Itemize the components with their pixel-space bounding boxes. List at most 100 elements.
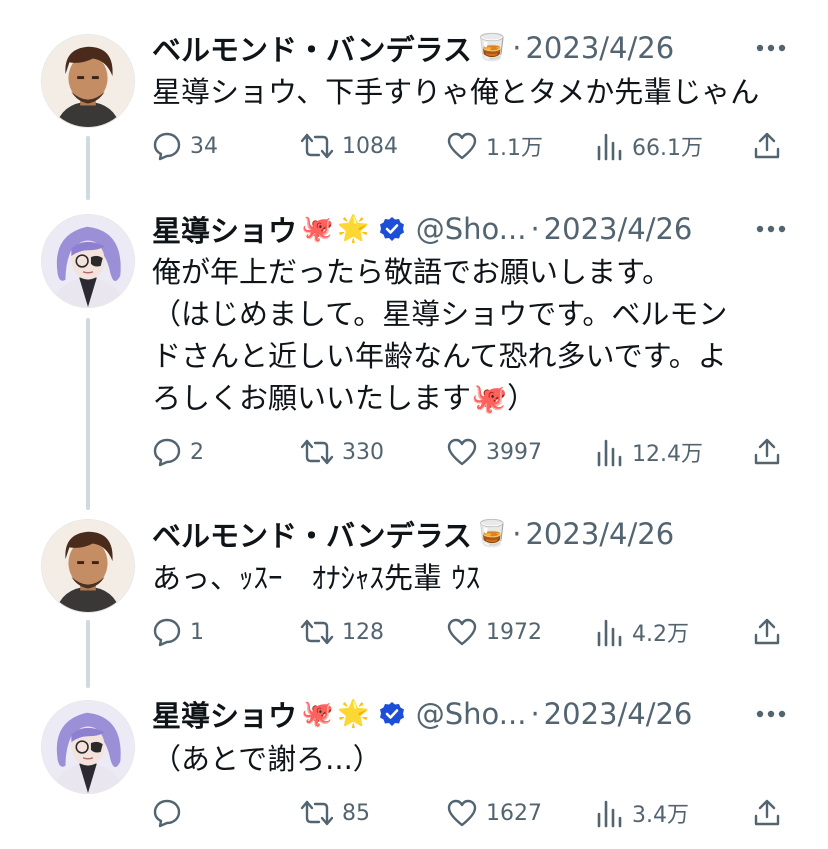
retweet-icon — [300, 439, 334, 465]
views-count: 66.1万 — [632, 136, 703, 161]
retweet-icon — [300, 133, 334, 159]
like-icon — [447, 438, 477, 466]
views-button[interactable]: 3.4万 — [596, 793, 689, 833]
more-button[interactable] — [754, 697, 788, 731]
share-icon — [754, 799, 780, 826]
share-button[interactable] — [752, 612, 782, 652]
like-icon — [447, 799, 477, 827]
tweet-actions: 34 1084 1.1万 66.1万 — [152, 126, 788, 166]
retweet-button[interactable]: 128 — [300, 612, 384, 652]
tweet-header: ベルモンド・バンデラス 🥃 · 2023/4/26 — [152, 514, 776, 554]
octopus-emoji-icon: 🐙 — [301, 214, 334, 244]
reply-button[interactable]: 2 — [152, 432, 204, 472]
whisky-emoji-icon: 🥃 — [475, 33, 509, 63]
thread-line — [86, 620, 90, 688]
tweet-date[interactable]: 2023/4/26 — [525, 517, 674, 551]
verified-badge-icon — [378, 700, 406, 728]
retweet-count: 85 — [342, 800, 370, 826]
whisky-emoji-icon: 🥃 — [475, 519, 509, 549]
separator-dot: · — [512, 517, 522, 551]
like-count: 1972 — [486, 619, 542, 645]
separator-dot: · — [530, 212, 540, 246]
display-name[interactable]: ベルモンド・バンデラス — [152, 514, 472, 554]
retweet-icon — [300, 800, 334, 826]
separator-dot: · — [530, 697, 540, 731]
tweet-date[interactable]: 2023/4/26 — [544, 212, 693, 246]
tweet-date[interactable]: 2023/4/26 — [525, 31, 674, 65]
like-count: 1.1万 — [486, 136, 543, 161]
reply-button[interactable] — [152, 793, 190, 833]
like-icon — [447, 618, 477, 646]
tweet-date[interactable]: 2023/4/26 — [544, 697, 693, 731]
avatar[interactable] — [41, 34, 135, 128]
verified-badge-icon — [378, 215, 406, 243]
user-handle[interactable]: @Sho... — [416, 697, 527, 731]
brown-hair-avatar-icon — [42, 35, 134, 127]
like-button[interactable]: 1627 — [446, 793, 542, 833]
reply-count: 2 — [190, 439, 204, 465]
retweet-count: 330 — [342, 439, 384, 465]
reply-count: 1 — [190, 619, 204, 645]
reply-count: 34 — [190, 133, 218, 159]
views-button[interactable]: 66.1万 — [596, 126, 703, 166]
user-handle[interactable]: @Sho... — [416, 212, 527, 246]
more-icon — [756, 44, 786, 52]
like-count: 3997 — [486, 439, 542, 465]
reply-icon — [153, 438, 181, 467]
reply-button[interactable]: 34 — [152, 126, 218, 166]
thread-line — [86, 136, 90, 200]
views-button[interactable]: 12.4万 — [596, 432, 703, 472]
retweet-button[interactable]: 330 — [300, 432, 384, 472]
avatar[interactable] — [41, 214, 135, 308]
more-button[interactable] — [754, 31, 788, 65]
share-button[interactable] — [752, 793, 782, 833]
reply-icon — [153, 132, 181, 161]
views-icon — [597, 133, 622, 161]
retweet-button[interactable]: 1084 — [300, 126, 398, 166]
tweet-header: 星導ショウ 🐙 🌟 @Sho... · 2023/4/26 — [152, 694, 776, 734]
views-button[interactable]: 4.2万 — [596, 612, 689, 652]
retweet-icon — [300, 619, 334, 645]
share-icon — [754, 438, 780, 465]
purple-hair-avatar-icon — [42, 215, 134, 307]
tweet-header: ベルモンド・バンデラス 🥃 · 2023/4/26 — [152, 28, 776, 68]
tweet-header: 星導ショウ 🐙 🌟 @Sho... · 2023/4/26 — [152, 209, 776, 249]
tweet-text: 俺が年上だったら敬語でお願いします。 （はじめまして。星導ショウです。ベルモン … — [152, 255, 728, 415]
octopus-emoji-icon: 🐙 — [301, 699, 334, 729]
retweet-button[interactable]: 85 — [300, 793, 370, 833]
tweet-actions: 2 330 3997 12.4万 — [152, 432, 788, 472]
avatar[interactable] — [41, 700, 135, 794]
views-count: 12.4万 — [632, 442, 703, 467]
tweet-text: 星導ショウ、下手すりゃ俺とタメか先輩じゃん — [152, 75, 760, 109]
display-name[interactable]: 星導ショウ — [152, 209, 297, 249]
more-icon — [756, 225, 786, 233]
retweet-count: 128 — [342, 619, 384, 645]
tweet-actions: 85 1627 3.4万 — [152, 793, 788, 833]
like-button[interactable]: 1.1万 — [446, 126, 543, 166]
share-button[interactable] — [752, 126, 782, 166]
retweet-count: 1084 — [342, 133, 398, 159]
thread-line — [86, 318, 90, 510]
like-button[interactable]: 3997 — [446, 432, 542, 472]
tweet-actions: 1 128 1972 4.2万 — [152, 612, 788, 652]
purple-hair-avatar-icon — [42, 701, 134, 793]
share-icon — [754, 132, 780, 159]
reply-button[interactable]: 1 — [152, 612, 204, 652]
like-icon — [447, 132, 477, 160]
avatar[interactable] — [41, 519, 135, 613]
display-name[interactable]: 星導ショウ — [152, 694, 297, 734]
star-emoji-icon: 🌟 — [337, 214, 370, 244]
reply-icon — [153, 618, 181, 647]
views-count: 3.4万 — [632, 803, 689, 828]
separator-dot: · — [512, 31, 522, 65]
like-button[interactable]: 1972 — [446, 612, 542, 652]
more-button[interactable] — [754, 212, 788, 246]
tweet-thread: ベルモンド・バンデラス 🥃 · 2023/4/26 星導ショウ、下手すりゃ俺とタ… — [0, 0, 828, 849]
display-name[interactable]: ベルモンド・バンデラス — [152, 28, 472, 68]
more-icon — [756, 710, 786, 718]
tweet-text: （あとで謝ろ...） — [152, 742, 382, 776]
share-icon — [754, 618, 780, 645]
share-button[interactable] — [752, 432, 782, 472]
brown-hair-avatar-icon — [42, 520, 134, 612]
views-count: 4.2万 — [632, 622, 689, 647]
